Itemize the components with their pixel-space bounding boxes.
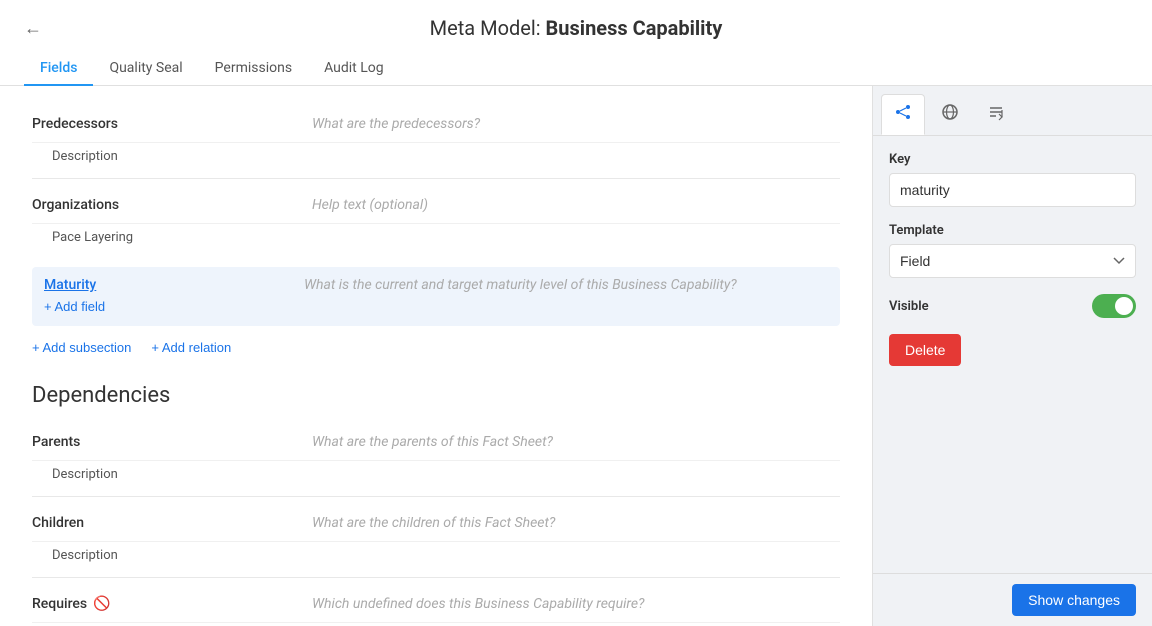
tab-fields[interactable]: Fields	[24, 52, 93, 86]
delete-button[interactable]: Delete	[889, 334, 961, 366]
organizations-label: Organizations	[32, 197, 312, 213]
back-button[interactable]: ←	[24, 18, 42, 39]
maturity-section: Maturity What is the current and target …	[32, 267, 840, 326]
sidebar-content: Key Template Field Text Number Date Bool…	[873, 136, 1152, 573]
sidebar-tab-globe[interactable]	[929, 94, 971, 135]
share-icon	[894, 103, 912, 121]
add-relation-button[interactable]: + Add relation	[151, 340, 231, 355]
children-sub: Description	[32, 542, 840, 569]
maturity-label[interactable]: Maturity	[44, 277, 304, 293]
hide-icon: 🚫	[93, 596, 110, 612]
children-help: What are the children of this Fact Sheet…	[312, 515, 555, 531]
predecessors-label: Predecessors	[32, 116, 312, 132]
predecessors-sub: Description	[32, 143, 840, 170]
requires-label: Requires 🚫	[32, 596, 312, 612]
children-section: Children What are the children of this F…	[32, 505, 840, 569]
visible-toggle[interactable]	[1092, 294, 1136, 318]
template-select[interactable]: Field Text Number Date Boolean	[889, 244, 1136, 278]
show-changes-button[interactable]: Show changes	[1012, 584, 1136, 616]
children-label: Children	[32, 515, 312, 531]
dependencies-title: Dependencies	[32, 383, 840, 408]
requires-section: Requires 🚫 Which undefined does this Bus…	[32, 586, 840, 626]
sidebar-tab-share[interactable]	[881, 94, 925, 135]
organizations-section: Organizations Help text (optional) Pace …	[32, 187, 840, 251]
sidebar-tabs	[873, 86, 1152, 136]
parents-section: Parents What are the parents of this Fac…	[32, 424, 840, 488]
tab-permissions[interactable]: Permissions	[199, 52, 308, 86]
organizations-help: Help text (optional)	[312, 197, 428, 213]
sort-icon	[987, 103, 1005, 121]
visible-row: Visible	[889, 294, 1136, 318]
organizations-sub: Pace Layering	[32, 224, 840, 251]
parents-sub: Description	[32, 461, 840, 488]
template-field: Template Field Text Number Date Boolean	[889, 223, 1136, 278]
predecessors-help: What are the predecessors?	[312, 116, 480, 132]
key-input[interactable]	[889, 173, 1136, 207]
sidebar: Key Template Field Text Number Date Bool…	[872, 86, 1152, 626]
page-title: Meta Model: Business Capability	[24, 16, 1128, 40]
template-label: Template	[889, 223, 1136, 238]
sidebar-tab-sort[interactable]	[975, 94, 1017, 135]
globe-icon	[941, 103, 959, 121]
maturity-help: What is the current and target maturity …	[304, 277, 737, 293]
main-tabs: Fields Quality Seal Permissions Audit Lo…	[24, 52, 1128, 85]
parents-help: What are the parents of this Fact Sheet?	[312, 434, 553, 450]
main-content: Predecessors What are the predecessors? …	[0, 86, 872, 626]
key-label: Key	[889, 152, 1136, 167]
parents-label: Parents	[32, 434, 312, 450]
requires-help: Which undefined does this Business Capab…	[312, 596, 644, 612]
add-field-button[interactable]: + Add field	[44, 293, 105, 316]
visible-label: Visible	[889, 299, 929, 314]
key-field: Key	[889, 152, 1136, 207]
dependencies-section: Dependencies Parents What are the parent…	[32, 383, 840, 626]
action-row: + Add subsection + Add relation	[32, 330, 840, 375]
predecessors-section: Predecessors What are the predecessors? …	[32, 106, 840, 170]
tab-audit-log[interactable]: Audit Log	[308, 52, 400, 86]
add-subsection-button[interactable]: + Add subsection	[32, 340, 131, 355]
tab-quality-seal[interactable]: Quality Seal	[93, 52, 198, 86]
show-changes-bar: Show changes	[873, 573, 1152, 626]
